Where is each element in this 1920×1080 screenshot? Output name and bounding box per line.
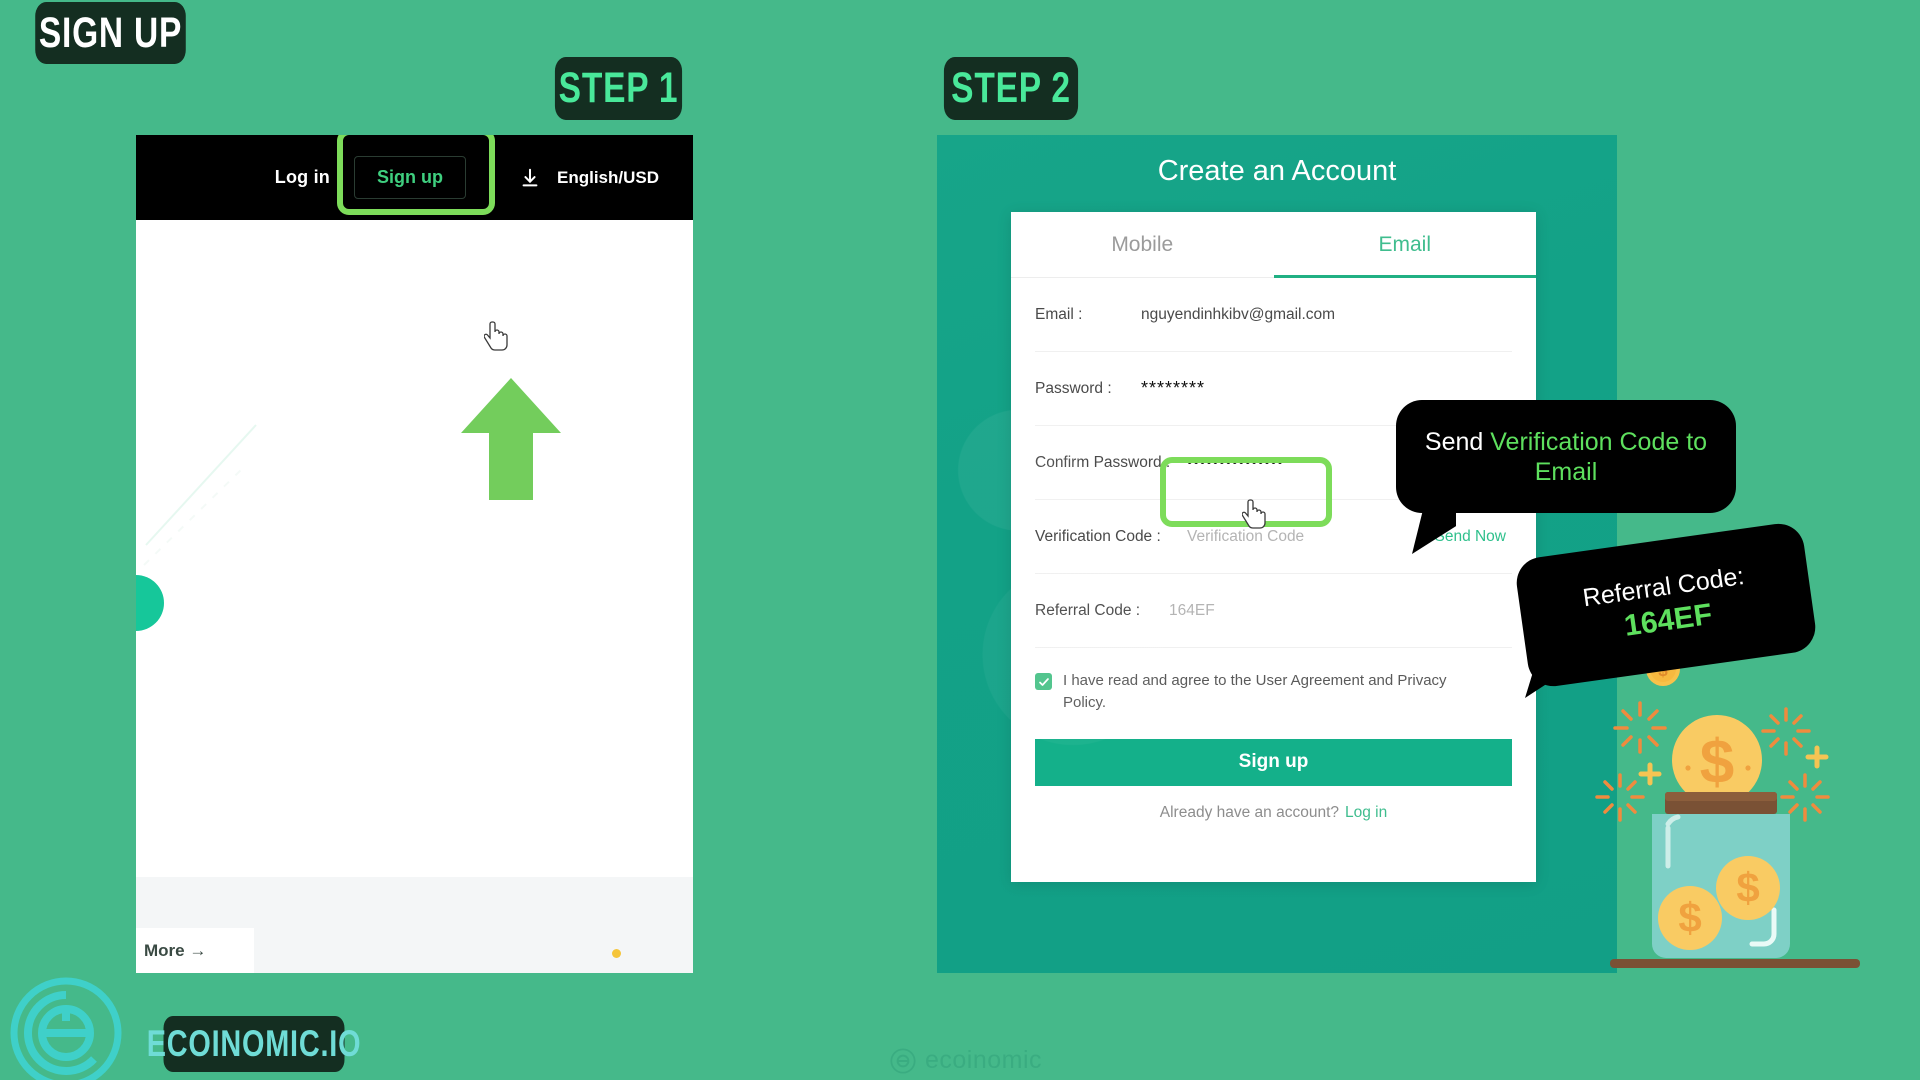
email-input[interactable]: nguyendinhkibv@gmail.com [1141, 306, 1335, 324]
nav-language-selector[interactable]: English/USD [547, 168, 669, 188]
referral-code-label: Referral Code : [1035, 601, 1141, 619]
svg-text:$: $ [1700, 728, 1734, 797]
signup-submit-button[interactable]: Sign up [1035, 738, 1512, 786]
tooltip-highlight: Verification Code [1490, 427, 1680, 456]
step-2-badge: STEP 2 [943, 57, 1079, 120]
confirm-password-label: Confirm Password : [1035, 453, 1171, 471]
jar-shelf [1610, 959, 1860, 968]
password-label: Password : [1035, 379, 1112, 397]
step-2-badge-label: STEP 2 [951, 64, 1071, 112]
step-2-screenshot: Create an Account Mobile Email Email : n… [937, 135, 1617, 973]
svg-text:$: $ [1736, 864, 1759, 911]
decorative-lines [143, 424, 257, 566]
step-1-badge-label: STEP 1 [558, 64, 679, 112]
agreement-checkbox[interactable] [1035, 673, 1052, 690]
field-row-email: Email : nguyendinhkibv@gmail.com [1035, 278, 1512, 352]
brand-badge: ECOINOMIC.IO [147, 1016, 361, 1072]
tab-email[interactable]: Email [1273, 212, 1537, 278]
sign-up-badge: SIGN UP [35, 2, 186, 64]
ecoinomic-watermark: ecoinomic [890, 1046, 1042, 1075]
green-up-arrow [461, 378, 561, 500]
login-link[interactable]: Log in [1345, 804, 1387, 821]
nav-login-link[interactable]: Log in [261, 167, 344, 188]
cursor-pointer-icon [484, 321, 508, 351]
tooltip-part-1: Send [1424, 427, 1491, 456]
tab-mobile[interactable]: Mobile [1011, 212, 1274, 277]
step-1-badge: STEP 1 [554, 57, 683, 120]
cursor-pointer-icon-2 [1242, 499, 1266, 529]
nav-divider [493, 165, 495, 190]
download-icon[interactable] [513, 167, 547, 189]
nav-signup-wrapper: Sign up [336, 135, 495, 215]
field-row-referral-code: Referral Code : 164EF [1035, 574, 1512, 648]
page-title: Create an Account [1157, 155, 1397, 187]
svg-text:$: $ [1678, 894, 1701, 941]
agreement-row: I have read and agree to the User Agreem… [1011, 648, 1536, 714]
nav-signup-button[interactable]: Sign up [353, 156, 466, 199]
signup-card: Mobile Email Email : nguyendinhkibv@gmai… [1011, 212, 1536, 882]
site-navbar: Log in Sign up English/USD [136, 135, 693, 220]
ecoinomic-logo-icon [10, 977, 122, 1080]
auth-method-tabs: Mobile Email [1011, 212, 1536, 278]
agreement-text: I have read and agree to the User Agreem… [1063, 672, 1447, 711]
watermark-logo-icon [890, 1047, 916, 1074]
step-1-screenshot: Log in Sign up English/USD More → [136, 135, 693, 973]
brand-badge-label: ECOINOMIC.IO [146, 1023, 362, 1064]
footer-dot [612, 949, 621, 958]
already-have-account-row: Already have an account? Log in [1011, 804, 1536, 822]
more-link[interactable]: More → [136, 928, 254, 973]
send-code-tooltip-text: Send Verification Code to Email [1416, 427, 1716, 487]
watermark-text: ecoinomic [925, 1046, 1043, 1074]
send-code-tooltip: Send Verification Code to Email [1396, 400, 1736, 513]
email-label: Email : [1035, 305, 1083, 323]
referral-code-input[interactable]: 164EF [1169, 602, 1215, 620]
already-have-account-text: Already have an account? [1159, 803, 1339, 821]
sign-up-badge-label: SIGN UP [38, 8, 183, 57]
verification-code-label: Verification Code : [1035, 527, 1161, 545]
password-input[interactable]: ******** [1141, 378, 1205, 399]
